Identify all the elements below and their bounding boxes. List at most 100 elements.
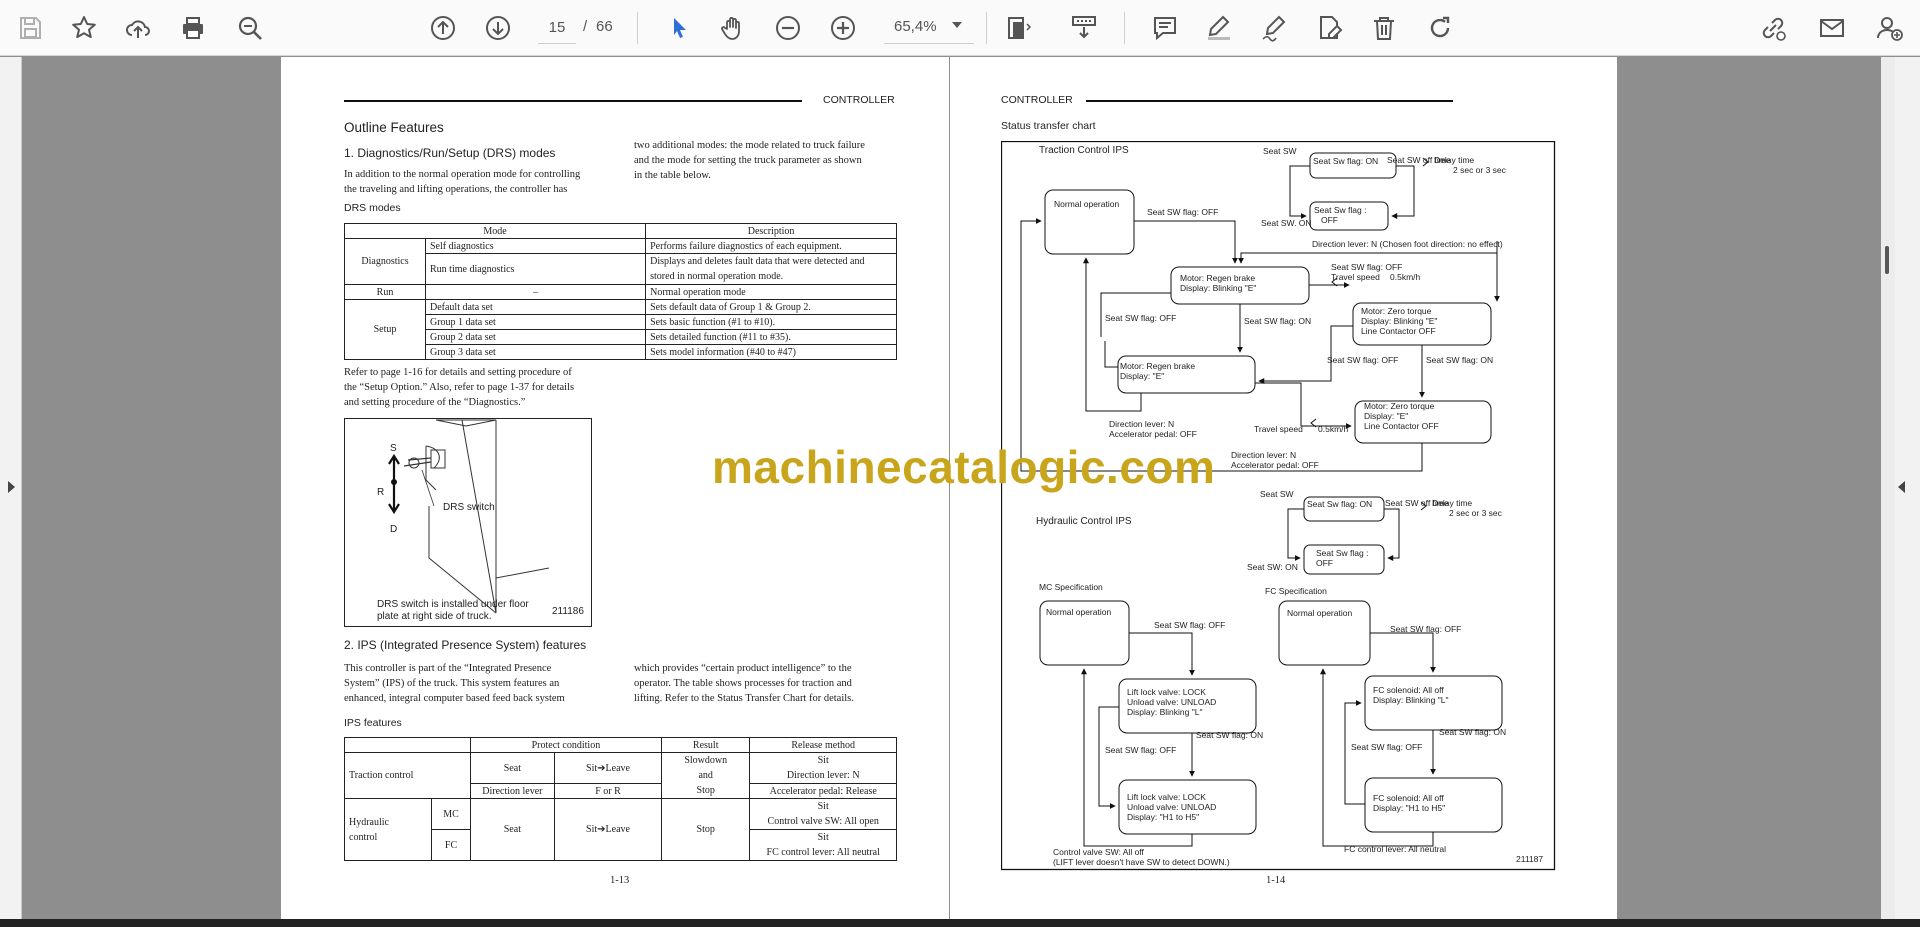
paragraph-line: the “Setup Option.” Also, refer to page … bbox=[344, 382, 575, 393]
zoom-out-icon[interactable] bbox=[770, 10, 806, 46]
expand-right-panel-icon[interactable] bbox=[1897, 480, 1907, 494]
figure-caption: plate at right side of truck. bbox=[377, 611, 492, 622]
table-cell: Sets model information (#40 to #47) bbox=[645, 344, 897, 360]
diagram-label: Normal operation bbox=[1046, 607, 1112, 617]
diagram-label: Travel speed bbox=[1331, 272, 1380, 282]
ips-features-table: Protect condition Result Release method … bbox=[343, 737, 897, 861]
bottom-edge-bar bbox=[0, 919, 1920, 927]
paragraph-line: two additional modes: the mode related t… bbox=[634, 140, 865, 151]
figure-number: 211186 bbox=[552, 606, 584, 617]
table-cell: Normal operation mode bbox=[645, 284, 897, 300]
section-title: 1. Diagnostics/Run/Setup (DRS) modes bbox=[344, 146, 556, 160]
sign-pen-icon[interactable] bbox=[1256, 10, 1292, 46]
current-page-input[interactable] bbox=[538, 12, 576, 44]
page-number: 1-14 bbox=[1266, 875, 1286, 886]
expand-left-panel-icon[interactable] bbox=[6, 480, 16, 494]
hand-tool-icon[interactable] bbox=[715, 10, 751, 46]
figure-label: D bbox=[390, 524, 398, 535]
table-cell: Slowdown and Stop bbox=[661, 752, 751, 799]
figure-caption: DRS switch is installed under floor bbox=[377, 599, 529, 610]
table-cell: Seat bbox=[469, 798, 555, 861]
table-cell: Direction lever bbox=[469, 783, 555, 799]
diagram-label: FC solenoid: All off bbox=[1373, 685, 1444, 695]
diagram-label: Travel speed bbox=[1254, 424, 1303, 434]
bookmark-star-icon[interactable] bbox=[66, 10, 102, 46]
table-header: Description bbox=[645, 223, 897, 239]
diagram-label: 0.5km/h bbox=[1318, 424, 1349, 434]
diagram-label: Display: Blinking "E" bbox=[1361, 316, 1438, 326]
table-header: Mode bbox=[343, 223, 647, 239]
figure-label: S bbox=[390, 443, 397, 454]
paragraph-line: System” (IPS) of the truck. This system … bbox=[344, 678, 560, 689]
zoom-search-icon[interactable] bbox=[232, 10, 268, 46]
upload-cloud-icon[interactable] bbox=[120, 10, 156, 46]
print-icon[interactable] bbox=[175, 10, 211, 46]
page-header: CONTROLLER bbox=[823, 94, 895, 106]
table-cell: Group 3 data set bbox=[424, 344, 647, 360]
diagram-label: Line Contactor OFF bbox=[1364, 421, 1439, 431]
table-header: Protect condition bbox=[469, 737, 663, 753]
vertical-scrollbar[interactable] bbox=[1881, 57, 1895, 921]
diagram-label: MC Specification bbox=[1039, 582, 1103, 592]
table-cell: FC bbox=[431, 829, 471, 861]
table-cell: Displays and deletes fault data that wer… bbox=[645, 253, 897, 285]
status-transfer-diagram bbox=[1001, 141, 1556, 871]
share-link-icon[interactable] bbox=[1755, 10, 1791, 46]
page-down-icon[interactable] bbox=[480, 10, 516, 46]
paragraph-line: This controller is part of the “Integrat… bbox=[344, 663, 552, 674]
table-cell: Sit FC control lever: All neutral bbox=[749, 829, 897, 861]
diagram-label: Accelerator pedal: OFF bbox=[1109, 429, 1197, 439]
diagram-label: Seat SW flag: ON bbox=[1244, 316, 1312, 326]
zoom-level-select[interactable]: 65,4% bbox=[884, 12, 974, 44]
page-header: CONTROLLER bbox=[1001, 94, 1073, 106]
diagram-label: Delay time bbox=[1434, 155, 1475, 165]
left-panel-strip[interactable] bbox=[0, 57, 22, 927]
header-rule bbox=[1086, 100, 1453, 102]
diagram-label: Control valve SW: All off bbox=[1053, 847, 1144, 857]
edit-file-icon[interactable] bbox=[1311, 10, 1347, 46]
diagram-label: Motor: Zero torque bbox=[1364, 401, 1435, 411]
table-cell: Stop bbox=[661, 798, 751, 861]
page-up-icon[interactable] bbox=[425, 10, 461, 46]
table-cell: Run time diagnostics bbox=[424, 253, 647, 285]
diagram-label: Delay time bbox=[1432, 498, 1473, 508]
toolbar-divider bbox=[986, 12, 987, 44]
diagram-label: Lift lock valve: LOCK bbox=[1127, 687, 1206, 697]
rotate-icon[interactable] bbox=[1422, 10, 1458, 46]
paragraph-line: In addition to the normal operation mode… bbox=[344, 169, 581, 180]
diagram-label: Display: "H1 to H5" bbox=[1373, 803, 1446, 813]
table-cell: Seat bbox=[469, 752, 555, 784]
table-cell: Performs failure diagnostics of each equ… bbox=[645, 238, 897, 254]
chevron-down-icon[interactable] bbox=[952, 22, 962, 28]
section-title: 2. IPS (Integrated Presence System) feat… bbox=[344, 638, 587, 652]
diagram-label: Seat Sw flag: ON bbox=[1313, 156, 1379, 166]
paragraph-line: the traveling and lifting operations, th… bbox=[344, 184, 568, 195]
diagram-label: OFF bbox=[1321, 215, 1338, 225]
diagram-label: Seat Sw flag : bbox=[1316, 548, 1369, 558]
table-cell bbox=[344, 737, 471, 753]
save-icon[interactable] bbox=[12, 10, 48, 46]
table-cell: Diagnostics bbox=[344, 238, 426, 285]
total-pages: 66 bbox=[596, 18, 613, 35]
highlight-pen-icon[interactable] bbox=[1201, 10, 1237, 46]
scrollbar-thumb[interactable] bbox=[1885, 246, 1889, 274]
comment-icon[interactable] bbox=[1147, 10, 1183, 46]
table-cell: Sets detailed function (#11 to #35). bbox=[645, 329, 897, 345]
drs-modes-table: Mode Description Diagnostics Self diagno… bbox=[343, 223, 897, 360]
figure-number: 211187 bbox=[1516, 854, 1544, 864]
diagram-label: Motor: Regen brake bbox=[1120, 361, 1196, 371]
paragraph-line: which provides “certain product intellig… bbox=[634, 663, 852, 674]
diagram-label: Seat SW flag: ON bbox=[1439, 727, 1507, 737]
add-user-icon[interactable] bbox=[1871, 10, 1907, 46]
zoom-in-icon[interactable] bbox=[825, 10, 861, 46]
select-cursor-icon[interactable] bbox=[661, 10, 697, 46]
diagram-label: Motor: Zero torque bbox=[1361, 306, 1432, 316]
table-cell: Setup bbox=[344, 299, 426, 360]
diagram-label: Display: "H1 to H5" bbox=[1127, 812, 1200, 822]
trash-icon[interactable] bbox=[1366, 10, 1402, 46]
paragraph-line: Refer to page 1-16 for details and setti… bbox=[344, 367, 572, 378]
scroll-mode-icon[interactable] bbox=[1066, 10, 1102, 46]
fit-page-icon[interactable] bbox=[1000, 10, 1036, 46]
diagram-label: Seat SW flag: OFF bbox=[1105, 313, 1177, 323]
mail-icon[interactable] bbox=[1814, 10, 1850, 46]
